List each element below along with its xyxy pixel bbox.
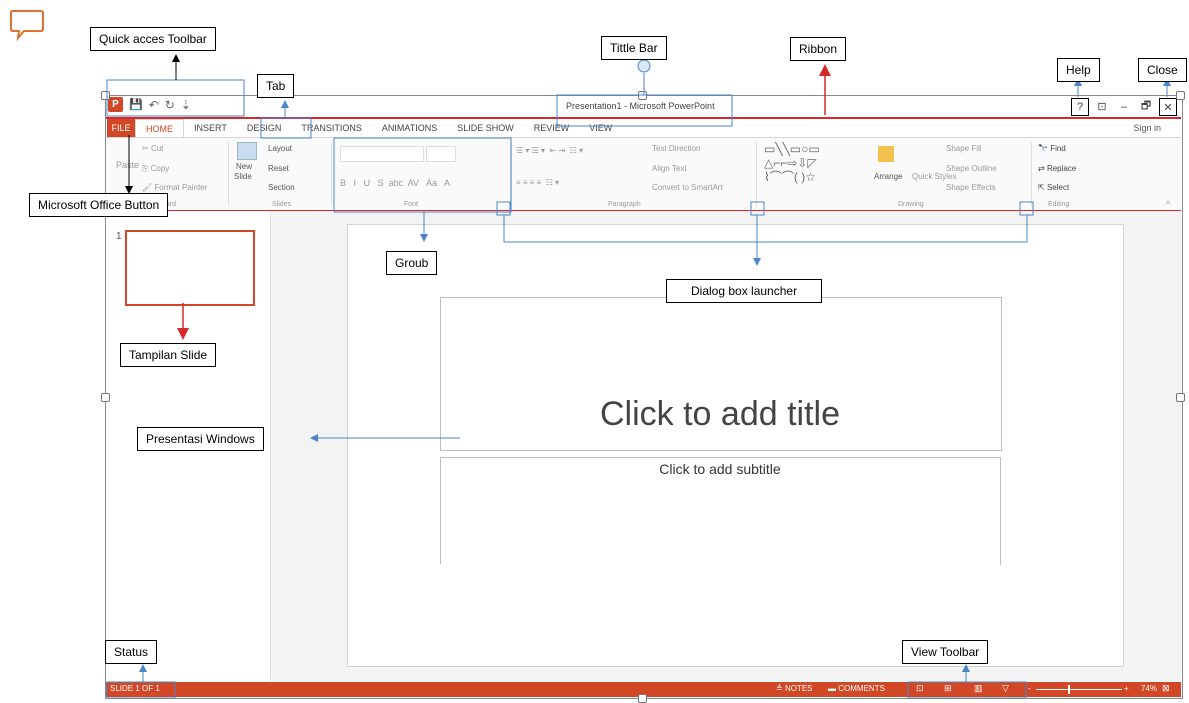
annotation-slide-view: Tampilan Slide xyxy=(120,343,217,367)
annotation-quick-access: Quick acces Toolbar xyxy=(90,27,216,51)
annotation-close: Close xyxy=(1138,58,1187,82)
annotation-dialog-launcher: Dialog box launcher xyxy=(666,279,823,303)
annotation-title-bar: Tittle Bar xyxy=(601,36,667,60)
annotation-view-toolbar: View Toolbar xyxy=(902,640,989,664)
annotation-office-button: Microsoft Office Button xyxy=(29,193,169,217)
annotation-status: Status xyxy=(105,640,158,664)
annotation-presentation-windows: Presentasi Windows xyxy=(137,427,264,451)
annotation-ribbon: Ribbon xyxy=(790,37,847,61)
annotation-tab: Tab xyxy=(257,74,295,98)
annotation-group: Groub xyxy=(386,251,438,275)
annotation-help: Help xyxy=(1057,58,1100,82)
